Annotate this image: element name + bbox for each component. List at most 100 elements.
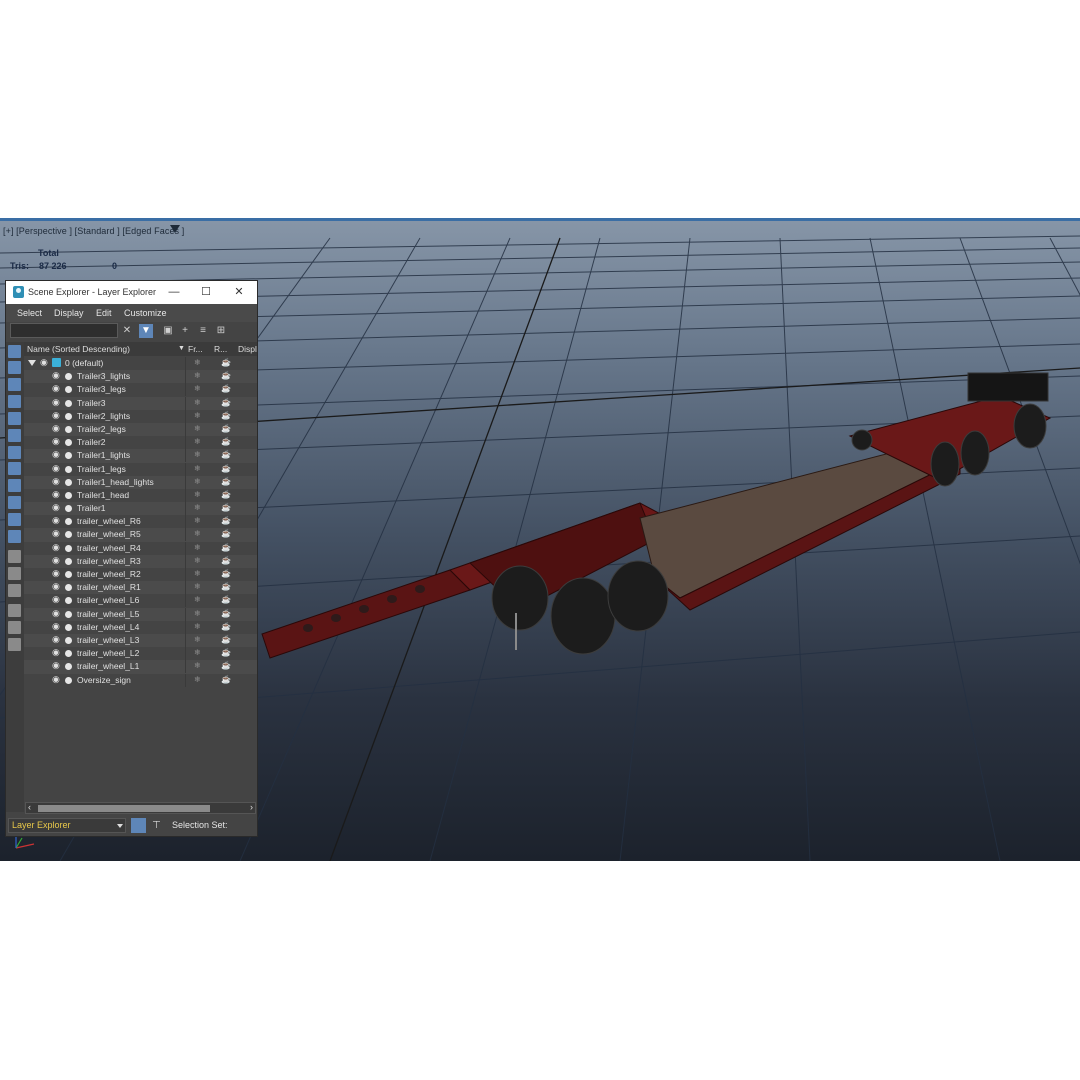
freeze-icon[interactable]: ❄ [194,450,201,459]
render-teapot-icon[interactable]: ☕ [221,675,231,684]
freeze-icon[interactable]: ❄ [194,595,201,604]
eye-icon[interactable]: ◉ [52,503,61,512]
layer-row[interactable]: ◉ Oversize_sign ❄ ☕ [24,673,257,687]
display-hidden-icon[interactable] [8,530,21,543]
eye-icon[interactable]: ◉ [52,621,61,631]
filter-toggle-icon[interactable]: ▼ [139,324,153,338]
render-teapot-icon[interactable]: ☕ [221,569,231,578]
render-teapot-icon[interactable]: ☕ [221,358,231,367]
menu-select[interactable]: Select [17,308,42,318]
freeze-icon[interactable]: ❄ [194,437,201,446]
render-teapot-icon[interactable]: ☕ [221,661,231,670]
display-helpers-icon[interactable] [8,412,21,425]
freeze-icon[interactable]: ❄ [194,516,201,525]
layer-row[interactable]: ◉ Trailer3 ❄ ☕ [24,396,257,410]
layer-row[interactable]: ◉ Trailer2_legs ❄ ☕ [24,422,257,437]
layer-row-root[interactable]: ◉ 0 (default) ❄ ☕ [24,357,257,370]
render-teapot-icon[interactable]: ☕ [221,635,231,644]
render-teapot-icon[interactable]: ☕ [221,464,231,473]
eye-icon[interactable]: ◉ [52,542,61,552]
render-teapot-icon[interactable]: ☕ [221,609,231,618]
render-teapot-icon[interactable]: ☕ [221,556,231,565]
layer-active-dot-icon[interactable] [65,544,72,552]
freeze-icon[interactable]: ❄ [194,424,201,433]
freeze-icon[interactable]: ❄ [194,582,201,591]
eye-icon[interactable]: ◉ [52,489,61,499]
eye-icon[interactable]: ◉ [52,634,61,644]
layer-row[interactable]: ◉ Trailer1_legs ❄ ☕ [24,462,257,476]
eye-icon[interactable]: ◉ [52,516,61,525]
layer-row[interactable]: ◉ Trailer3_legs ❄ ☕ [24,383,257,397]
freeze-icon[interactable]: ❄ [194,622,201,631]
render-teapot-icon[interactable]: ☕ [221,543,231,552]
layer-row[interactable]: ◉ Trailer2 ❄ ☕ [24,436,257,450]
eye-icon[interactable]: ◉ [52,476,61,486]
add-layer-icon[interactable]: + [178,324,192,338]
layer-active-dot-icon[interactable] [65,478,72,486]
freeze-icon[interactable]: ❄ [194,529,201,538]
column-name[interactable]: Name (Sorted Descending) [27,344,130,354]
menu-customize[interactable]: Customize [124,308,167,318]
layer-active-dot-icon[interactable] [65,491,72,499]
display-spacewarps-icon[interactable] [8,429,21,442]
freeze-icon[interactable]: ❄ [194,464,201,473]
render-teapot-icon[interactable]: ☕ [221,529,231,538]
viewport-label[interactable]: [+] [Perspective ] [Standard ] [Edged Fa… [3,226,184,236]
eye-icon[interactable]: ◉ [52,423,61,433]
layer-active-dot-icon[interactable] [65,557,72,565]
search-input[interactable] [10,323,118,338]
freeze-icon[interactable]: ❄ [194,648,201,657]
scene-explorer-panel[interactable]: Scene Explorer - Layer Explorer — ☐ ✕ Se… [5,280,258,837]
layer-row[interactable]: ◉ trailer_wheel_L5 ❄ ☕ [24,607,257,621]
layer-active-dot-icon[interactable] [65,636,72,644]
eye-icon[interactable]: ◉ [52,648,61,657]
clear-search-icon[interactable]: ✕ [120,324,134,338]
layer-active-dot-icon[interactable] [65,584,72,592]
display-all-icon[interactable] [8,550,21,563]
maximize-button[interactable]: ☐ [196,283,216,301]
display-cameras-icon[interactable] [8,395,21,408]
layer-active-dot-icon[interactable] [65,663,72,671]
layer-active-dot-icon[interactable] [65,439,72,447]
layer-row[interactable]: ◉ Trailer3_lights ❄ ☕ [24,370,257,384]
eye-icon[interactable]: ◉ [52,384,61,393]
layer-row[interactable]: ◉ trailer_wheel_R2 ❄ ☕ [24,568,257,581]
eye-icon[interactable]: ◉ [52,529,61,538]
sort-by-layers-icon[interactable] [131,818,146,833]
render-teapot-icon[interactable]: ☕ [221,437,231,446]
eye-icon[interactable]: ◉ [52,463,61,473]
freeze-icon[interactable]: ❄ [194,398,201,407]
layer-row[interactable]: ◉ trailer_wheel_L6 ❄ ☕ [24,594,257,608]
layer-row[interactable]: ◉ trailer_wheel_R4 ❄ ☕ [24,541,257,555]
layer-active-dot-icon[interactable] [65,610,72,618]
eye-icon[interactable]: ◉ [52,582,61,591]
freeze-icon[interactable]: ❄ [194,543,201,552]
eye-icon[interactable]: ◉ [52,437,61,446]
render-teapot-icon[interactable]: ☕ [221,582,231,591]
funnel-icon[interactable] [8,621,21,634]
layer-row[interactable]: ◉ trailer_wheel_L1 ❄ ☕ [24,660,257,674]
scroll-thumb[interactable] [38,805,210,812]
render-teapot-icon[interactable]: ☕ [221,398,231,407]
display-geometry-icon[interactable] [8,345,21,358]
render-teapot-icon[interactable]: ☕ [221,477,231,486]
layer-active-dot-icon[interactable] [65,386,72,394]
container-icon[interactable] [8,638,21,651]
display-containers-icon[interactable] [8,496,21,509]
freeze-icon[interactable]: ❄ [194,358,201,367]
display-none-icon[interactable] [8,567,21,580]
display-xrefs-icon[interactable] [8,462,21,475]
freeze-icon[interactable]: ❄ [194,609,201,618]
layer-active-dot-icon[interactable] [65,597,72,605]
layer-active-dot-icon[interactable] [65,399,72,407]
sort-by-hierarchy-icon[interactable]: ⊤ [149,818,164,833]
close-button[interactable]: ✕ [229,283,249,301]
scroll-left-icon[interactable]: ‹ [28,802,31,812]
explorer-type-select[interactable]: Layer Explorer [8,818,126,833]
render-teapot-icon[interactable]: ☕ [221,424,231,433]
layer-row[interactable]: ◉ Trailer1_lights ❄ ☕ [24,449,257,463]
eye-icon[interactable]: ◉ [52,397,61,407]
render-teapot-icon[interactable]: ☕ [221,516,231,525]
display-bones-icon[interactable] [8,479,21,492]
layer-row[interactable]: ◉ trailer_wheel_L4 ❄ ☕ [24,620,257,634]
